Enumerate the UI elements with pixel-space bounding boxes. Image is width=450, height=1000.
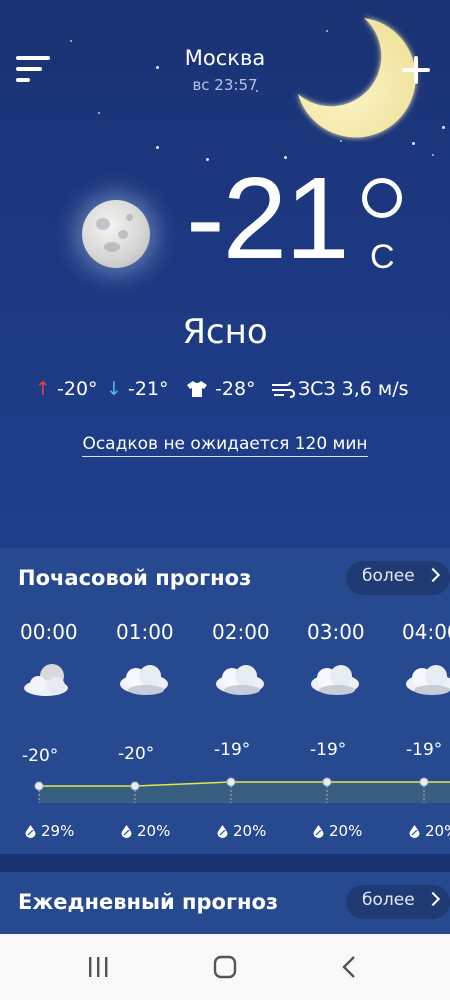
more-label: более <box>362 566 415 586</box>
high-temp: -20° <box>57 378 98 400</box>
raindrop-icon <box>25 825 36 838</box>
daily-more-button[interactable]: более <box>346 885 450 919</box>
rain-value: 20% <box>425 822 450 840</box>
chevron-right-icon <box>425 891 441 907</box>
temperature-unit: C <box>370 238 395 276</box>
temperature-point <box>226 777 236 787</box>
rain-chance: 20% <box>408 822 450 840</box>
hour-time: 01:00 <box>116 620 174 644</box>
star <box>98 112 100 114</box>
raindrop-icon <box>409 825 420 838</box>
full-moon-icon <box>82 200 150 268</box>
rain-value: 20% <box>329 822 363 840</box>
low-temp: -21° <box>128 378 169 400</box>
star <box>156 146 159 149</box>
home-button[interactable] <box>205 954 245 980</box>
cloudy-icon <box>216 665 264 695</box>
hour-temp: -19° <box>406 740 443 760</box>
recent-apps-icon <box>89 957 108 977</box>
rain-chance: 20% <box>120 822 170 840</box>
temperature-point <box>322 777 332 787</box>
hour-time: 02:00 <box>212 620 270 644</box>
hourly-more-button[interactable]: более <box>346 561 450 595</box>
temperature-point <box>419 777 429 787</box>
cloudy-icon <box>120 665 168 695</box>
hourly-forecast-title: Почасовой прогноз <box>18 566 252 590</box>
system-navigation-bar <box>0 934 450 1000</box>
daily-forecast-card: Ежедневный прогноз более <box>0 872 450 934</box>
temperature-point <box>34 781 44 791</box>
rain-value: 20% <box>233 822 267 840</box>
star <box>442 126 445 129</box>
temperature-point <box>130 781 140 791</box>
hour-time: 00:00 <box>20 620 78 644</box>
tshirt-icon <box>187 381 207 397</box>
raindrop-icon <box>313 825 324 838</box>
hour-temp: -19° <box>310 740 347 760</box>
hour-temp: -19° <box>214 740 251 760</box>
wind-info: ЗСЗ 3,6 м/s <box>298 378 409 400</box>
degree-symbol <box>362 178 402 218</box>
rain-chance: 29% <box>24 822 74 840</box>
cloudy-icon <box>406 665 450 695</box>
back-button[interactable] <box>330 954 370 980</box>
rain-value: 20% <box>137 822 171 840</box>
cloudy-night-icon <box>24 664 68 696</box>
hour-time: 03:00 <box>307 620 365 644</box>
add-location-button[interactable] <box>398 52 434 88</box>
wind-icon <box>272 381 296 398</box>
feels-like-temp: -28° <box>215 378 256 400</box>
back-icon <box>342 956 355 978</box>
weather-condition: Ясно <box>182 312 268 352</box>
hourly-forecast-card: Почасовой прогноз более 00:00 01:00 02:0… <box>0 548 450 854</box>
more-label: более <box>362 890 415 910</box>
temperature-area <box>39 782 450 803</box>
chevron-right-icon <box>425 567 441 583</box>
star <box>432 154 434 156</box>
star <box>412 142 415 145</box>
hour-time: 04:00 <box>402 620 450 644</box>
home-icon <box>213 955 237 979</box>
raindrop-icon <box>217 825 228 838</box>
high-arrow-icon: ↑ <box>35 378 51 400</box>
cloudy-icon <box>311 665 359 695</box>
rain-chance: 20% <box>312 822 362 840</box>
precipitation-link[interactable]: Осадков не ожидается 120 мин <box>82 434 368 457</box>
star <box>70 40 72 42</box>
hourly-temperature-graph <box>34 777 450 803</box>
low-arrow-icon: ↓ <box>106 378 122 400</box>
raindrop-icon <box>121 825 132 838</box>
recent-apps-button[interactable] <box>78 954 118 980</box>
rain-chance: 20% <box>216 822 266 840</box>
rain-value: 29% <box>41 822 75 840</box>
current-temperature: -21 <box>186 153 350 283</box>
precipitation-notice[interactable]: Осадков не ожидается 120 мин <box>0 434 450 457</box>
daily-forecast-title: Ежедневный прогноз <box>18 890 279 914</box>
